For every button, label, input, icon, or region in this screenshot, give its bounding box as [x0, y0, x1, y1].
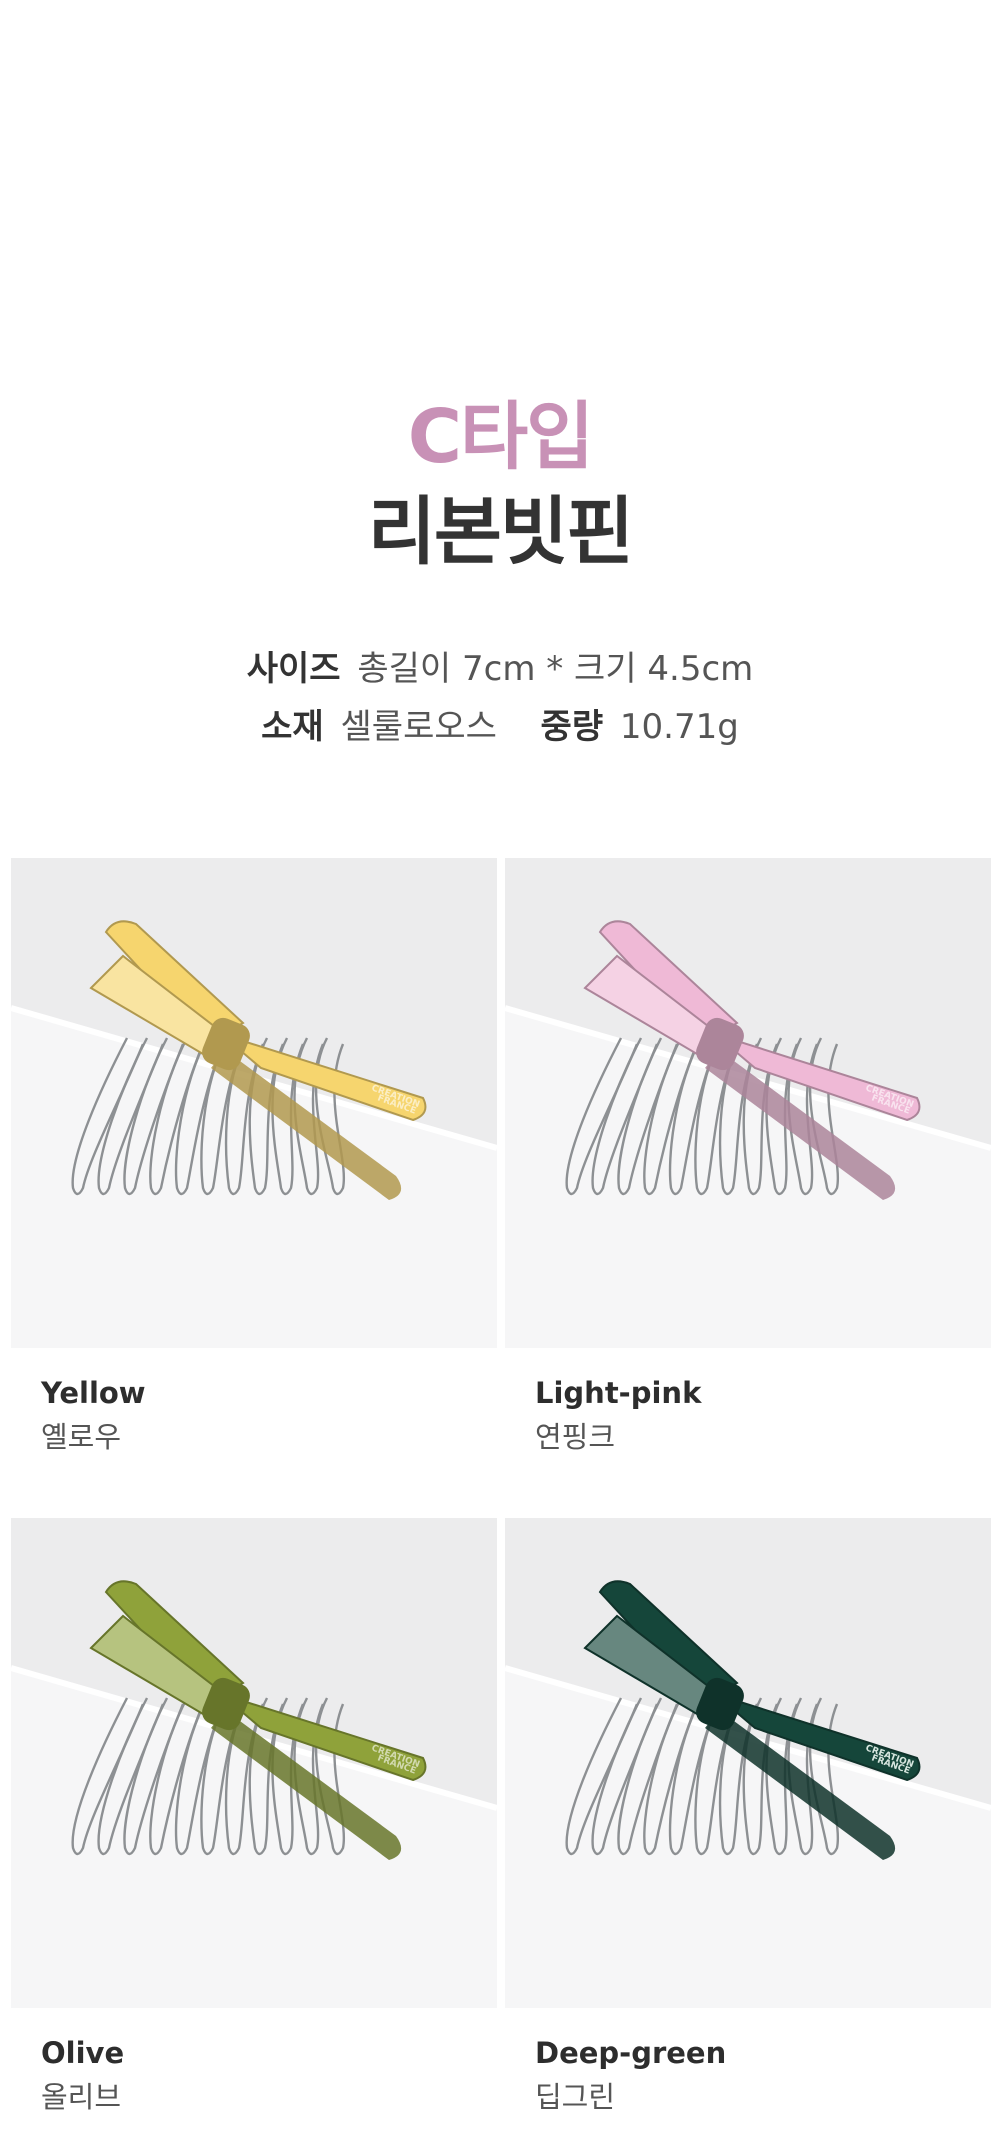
product-name-ko: 연핑크	[535, 1420, 616, 1454]
product-name-en: Light-pink	[535, 1376, 702, 1410]
weight-label: 중량	[540, 707, 604, 747]
product-name-en: Deep-green	[535, 2036, 727, 2070]
weight-value: 10.71g	[619, 707, 739, 747]
product-name-en: Olive	[41, 2036, 125, 2070]
product-photo[interactable]: CREATION FRANCE	[11, 1518, 497, 2008]
material-label: 소재	[261, 707, 324, 747]
product-name-ko: 올리브	[41, 2080, 122, 2114]
material-value: 셀룰로오스	[340, 707, 497, 747]
spec-size-line: 사이즈 총길이 7cm * 크기 4.5cm	[0, 640, 1000, 698]
product-photo[interactable]: CREATION FRANCE	[505, 858, 991, 1348]
size-value: 총길이 7cm * 크기 4.5cm	[357, 649, 754, 689]
product-name-ko: 딥그린	[535, 2080, 616, 2114]
type-subtitle: C타입	[407, 394, 594, 480]
product-name-ko: 옐로우	[41, 1420, 122, 1454]
spec-block: 사이즈 총길이 7cm * 크기 4.5cm 소재 셀룰로오스 중량 10.71…	[0, 640, 1000, 756]
spec-material-line: 소재 셀룰로오스 중량 10.71g	[0, 698, 1000, 756]
title-block: C타입 리본빗핀	[0, 395, 1000, 575]
product-name-en: Yellow	[41, 1376, 146, 1410]
product-title: 리본빗핀	[367, 489, 634, 575]
product-photo[interactable]: CREATION FRANCE	[505, 1518, 991, 2008]
size-label: 사이즈	[246, 649, 341, 689]
product-photo[interactable]: CREATION FRANCE	[11, 858, 497, 1348]
